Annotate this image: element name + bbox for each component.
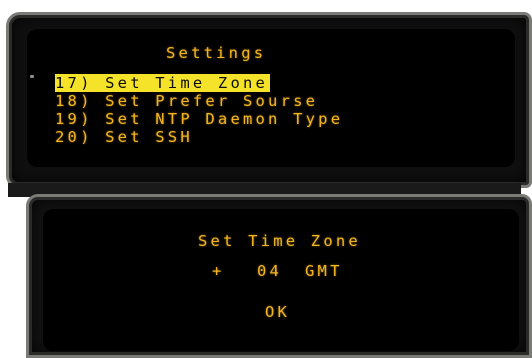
menu-item-set-ssh[interactable]: 20) Set SSH [55, 128, 193, 146]
timezone-offset-field[interactable]: 04 [257, 262, 282, 280]
time-zone-screen [43, 209, 519, 351]
dialog-title: Set Time Zone [198, 232, 361, 250]
timezone-sign-field[interactable]: + [212, 262, 225, 280]
menu-item-set-ntp-daemon-type[interactable]: 19) Set NTP Daemon Type [55, 110, 343, 128]
menu-item-set-prefer-source[interactable]: 18) Set Prefer Sourse [55, 92, 318, 110]
timezone-unit-label: GMT [305, 262, 343, 280]
bezel-reflection [30, 75, 34, 78]
settings-title: Settings [166, 44, 267, 62]
menu-item-set-time-zone[interactable]: 17) Set Time Zone [55, 74, 271, 92]
ok-button[interactable]: OK [265, 303, 290, 321]
